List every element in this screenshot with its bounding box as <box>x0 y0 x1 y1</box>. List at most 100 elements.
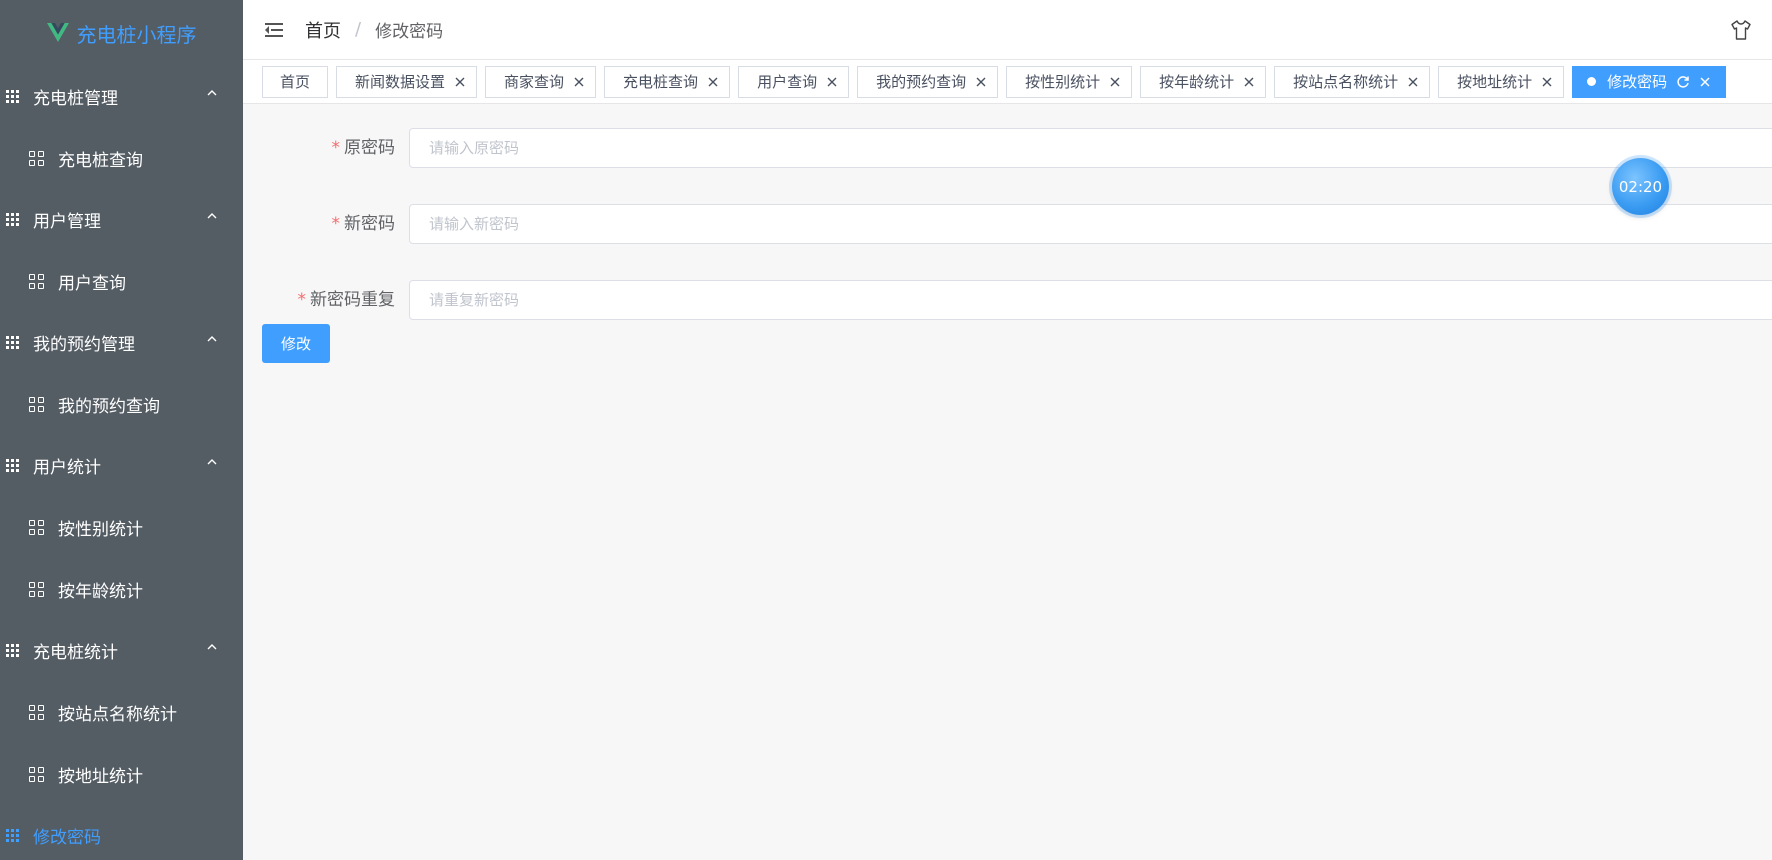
repeat-password-label: * 新密码重复 <box>255 280 396 320</box>
close-icon[interactable] <box>573 76 585 88</box>
grid-icon <box>6 829 19 842</box>
tag-label: 按年龄统计 <box>1159 73 1235 91</box>
new-password-label-text: 新密码 <box>344 214 395 234</box>
close-icon[interactable] <box>826 76 838 88</box>
apps-icon <box>29 766 44 782</box>
close-icon[interactable] <box>1699 76 1711 88</box>
tag-age-stats[interactable]: 按年龄统计 <box>1140 65 1267 98</box>
apps-icon <box>29 273 44 289</box>
sidebar-group-label: 充电桩管理 <box>33 89 118 109</box>
old-password-label-text: 原密码 <box>344 138 395 158</box>
sidebar-item-age-stats[interactable]: 按年龄统计 <box>0 558 243 620</box>
sidebar-item-address-stats[interactable]: 按地址统计 <box>0 743 243 805</box>
sidebar-item-label: 修改密码 <box>33 828 101 848</box>
grid-icon <box>6 213 19 226</box>
close-icon[interactable] <box>1541 76 1553 88</box>
close-icon[interactable] <box>1407 76 1419 88</box>
required-mark: * <box>297 290 307 310</box>
tag-address-stats[interactable]: 按地址统计 <box>1438 65 1565 98</box>
sidebar-item-gender-stats[interactable]: 按性别统计 <box>0 496 243 558</box>
top-header: 首页 / 修改密码 <box>243 0 1772 60</box>
tag-label: 用户查询 <box>757 73 818 91</box>
theme-shirt-icon[interactable] <box>1730 19 1752 41</box>
old-password-label: * 原密码 <box>255 128 396 168</box>
sidebar-item-label: 按年龄统计 <box>58 581 143 602</box>
tag-label: 按站点名称统计 <box>1293 73 1399 91</box>
tag-gender-stats[interactable]: 按性别统计 <box>1006 65 1133 98</box>
sidebar-group-label: 用户管理 <box>33 212 101 232</box>
sidebar-item-label: 充电桩查询 <box>58 150 143 171</box>
sidebar-group-user-management[interactable]: 用户管理 <box>0 189 243 250</box>
apps-icon <box>29 704 44 720</box>
tag-label: 新闻数据设置 <box>355 73 446 91</box>
tag-merchant-query[interactable]: 商家查询 <box>485 65 597 98</box>
tag-reservation-query[interactable]: 我的预约查询 <box>857 65 999 98</box>
new-password-input[interactable] <box>409 204 1772 244</box>
refresh-icon[interactable] <box>1676 75 1690 89</box>
sidebar-item-user-query[interactable]: 用户查询 <box>0 250 243 312</box>
sidebar-item-charger-query[interactable]: 充电桩查询 <box>0 127 243 189</box>
close-icon[interactable] <box>707 76 719 88</box>
chevron-up-icon <box>207 213 217 219</box>
tag-news-settings[interactable]: 新闻数据设置 <box>336 65 478 98</box>
apps-icon <box>29 581 44 597</box>
timer-text: 02:20 <box>1618 177 1663 196</box>
tag-label: 按性别统计 <box>1025 73 1101 91</box>
close-icon[interactable] <box>1109 76 1121 88</box>
sidebar-item-reservation-query[interactable]: 我的预约查询 <box>0 373 243 435</box>
sidebar: 充电桩小程序 充电桩管理 充电桩查询 用户管理 用户查询 我的预约管理 我的预约… <box>0 0 243 860</box>
sidebar-group-label: 充电桩统计 <box>33 643 118 663</box>
timer-bubble[interactable]: 02:20 <box>1612 158 1669 215</box>
tag-label: 商家查询 <box>504 73 565 91</box>
form-row-old-password: * 原密码 <box>243 128 1772 168</box>
close-icon[interactable] <box>454 76 466 88</box>
chevron-up-icon <box>207 644 217 650</box>
chevron-up-icon <box>207 459 217 465</box>
sidebar-item-label: 用户查询 <box>58 273 126 294</box>
apps-icon <box>29 519 44 535</box>
repeat-password-label-text: 新密码重复 <box>310 290 395 310</box>
sidebar-item-label: 我的预约查询 <box>58 396 160 417</box>
breadcrumb-current: 修改密码 <box>375 22 444 42</box>
breadcrumb-home[interactable]: 首页 <box>305 17 341 43</box>
sidebar-item-station-name-stats[interactable]: 按站点名称统计 <box>0 681 243 743</box>
tag-label: 按地址统计 <box>1457 73 1533 91</box>
form-row-new-password: * 新密码 <box>243 204 1772 244</box>
tag-label: 充电桩查询 <box>623 73 699 91</box>
active-dot-icon <box>1587 77 1597 86</box>
tag-charger-query[interactable]: 充电桩查询 <box>604 65 731 98</box>
vue-logo-icon <box>46 23 69 42</box>
sidebar-group-charger-management[interactable]: 充电桩管理 <box>0 66 243 127</box>
tag-user-query[interactable]: 用户查询 <box>738 65 850 98</box>
sidebar-item-label: 按性别统计 <box>58 519 143 540</box>
sidebar-item-label: 按地址统计 <box>58 766 143 787</box>
apps-icon <box>29 150 44 166</box>
submit-button[interactable]: 修改 <box>262 324 330 363</box>
close-icon[interactable] <box>975 76 987 88</box>
tag-label: 首页 <box>280 73 311 91</box>
form-row-repeat-password: * 新密码重复 <box>243 280 1772 320</box>
app-logo: 充电桩小程序 <box>0 0 243 66</box>
chevron-up-icon <box>207 336 217 342</box>
sidebar-item-label: 按站点名称统计 <box>58 704 177 725</box>
tag-label: 我的预约查询 <box>876 73 967 91</box>
sidebar-group-label: 用户统计 <box>33 458 101 478</box>
new-password-label: * 新密码 <box>255 204 396 244</box>
tag-label: 修改密码 <box>1607 73 1668 91</box>
close-icon[interactable] <box>1243 76 1255 88</box>
tag-change-password[interactable]: 修改密码 <box>1572 65 1727 98</box>
grid-icon <box>6 459 19 472</box>
sidebar-group-label: 我的预约管理 <box>33 335 135 355</box>
sidebar-group-user-statistics[interactable]: 用户统计 <box>0 435 243 496</box>
menu-fold-icon[interactable] <box>265 22 283 37</box>
tag-home[interactable]: 首页 <box>262 65 329 98</box>
required-mark: * <box>331 138 341 158</box>
grid-icon <box>6 644 19 657</box>
sidebar-group-reservation-management[interactable]: 我的预约管理 <box>0 312 243 373</box>
sidebar-group-charger-statistics[interactable]: 充电桩统计 <box>0 620 243 681</box>
old-password-input[interactable] <box>409 128 1772 168</box>
repeat-password-input[interactable] <box>409 280 1772 320</box>
sidebar-item-change-password[interactable]: 修改密码 <box>0 805 243 860</box>
tags-view-bar: 首页 新闻数据设置 商家查询 充电桩查询 用户查询 我的预约查询 按性别统计 按… <box>243 60 1772 104</box>
tag-station-name-stats[interactable]: 按站点名称统计 <box>1274 65 1431 98</box>
